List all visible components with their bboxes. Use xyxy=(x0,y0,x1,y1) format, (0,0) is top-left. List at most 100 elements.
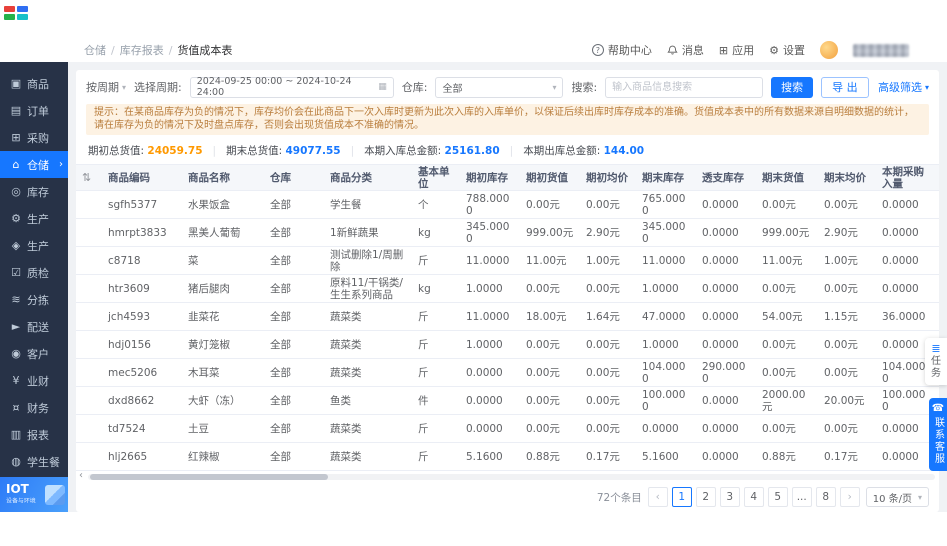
column-header: 商品名称 xyxy=(188,171,230,184)
breadcrumb-warehouse[interactable]: 仓储 xyxy=(84,42,106,58)
data-table: ⇅ 商品编码 商品名称 仓库 商品分类 基本单位 期初库存 期初货值 期初均价 期末库存 透支库存 期… xyxy=(76,164,939,482)
settings-link[interactable]: ⚙ 设置 xyxy=(769,42,805,58)
table-row: td7524 土豆 全部 蔬菜类 斤 0.0000 0.00元 0.00元 0.0000 0.00… xyxy=(76,415,939,443)
table-cell: 0.0000 xyxy=(702,282,739,295)
column-settings-icon[interactable]: ⇅ xyxy=(76,172,102,184)
sidebar-item-reports[interactable]: ▥ 报表 xyxy=(0,421,68,448)
next-page-button[interactable]: › xyxy=(839,487,860,507)
breadcrumb-inventory-reports[interactable]: 库存报表 xyxy=(120,42,164,58)
search-label: 搜索: xyxy=(571,81,598,94)
table-cell: 765.0000 xyxy=(642,192,686,217)
search-input[interactable] xyxy=(605,76,764,98)
report-card: 按周期 ▾ 选择周期: 2024-09-25 00:00 ~ 2024-10-2… xyxy=(76,70,939,512)
scrollbar-thumb[interactable] xyxy=(90,474,328,480)
sidebar-item-purchase[interactable]: ⊞ 采购 xyxy=(0,124,68,151)
table-cell: kg xyxy=(418,226,431,239)
biz-finance-icon: ¥ xyxy=(12,374,20,387)
iot-module[interactable]: IOT 设备与环境 xyxy=(0,477,68,512)
table-cell: 0.0000 xyxy=(642,422,679,435)
table-cell: 0.0000 xyxy=(882,226,919,239)
summary-item: 本期出库总金额: 144.00 xyxy=(523,143,644,158)
sidebar-item-student-meals[interactable]: ◍ 学生餐 xyxy=(0,448,68,475)
iot-title: IOT xyxy=(6,482,29,496)
column-header: 基本单位 xyxy=(418,165,450,190)
chevron-right-icon: › xyxy=(59,159,63,170)
table-cell: hmrpt3833 xyxy=(108,226,167,239)
export-button[interactable]: 导 出 xyxy=(821,76,869,98)
table-cell: 0.0000 xyxy=(702,338,739,351)
apps-label: 应用 xyxy=(732,44,755,57)
page-button-3[interactable]: 3 xyxy=(719,487,740,507)
table-cell: 蔬菜类 xyxy=(330,310,362,323)
table-cell: 全部 xyxy=(270,226,291,239)
sidebar-item-biz-finance[interactable]: ¥ 业财 xyxy=(0,367,68,394)
sidebar-item-warehouse[interactable]: ⌂ 仓储 › xyxy=(0,151,68,178)
sidebar-item-label: 采购 xyxy=(27,131,49,145)
messages-link[interactable]: 消息 xyxy=(667,42,704,58)
help-center-link[interactable]: ? 帮助中心 xyxy=(591,42,652,58)
table-cell: 全部 xyxy=(270,366,291,379)
period-label: 选择周期: xyxy=(134,81,182,94)
summary-separator: | xyxy=(212,144,217,157)
table-cell: 2.90元 xyxy=(586,226,620,239)
sidebar-item-orders[interactable]: ▤ 订单 xyxy=(0,97,68,124)
warehouse-select[interactable]: 全部 ▾ xyxy=(435,76,564,98)
table-cell: hlj2665 xyxy=(108,450,148,463)
page-size-value: 10 条/页 xyxy=(872,493,912,505)
user-name-redacted[interactable] xyxy=(853,43,909,57)
sidebar-item-goods[interactable]: ▣ 商品 xyxy=(0,70,68,97)
quality-icon: ☑ xyxy=(11,266,21,279)
sidebar-item-finance[interactable]: ¤ 财务 xyxy=(0,394,68,421)
table-cell: 蔬菜类 xyxy=(330,422,362,435)
sidebar-item-label: 学生餐 xyxy=(27,455,60,469)
page-button-4[interactable]: 4 xyxy=(743,487,764,507)
customer-service-widget[interactable]: ☎ 联系客服 xyxy=(929,398,947,471)
sidebar-item-quality[interactable]: ☑ 质检 xyxy=(0,259,68,286)
apps-link[interactable]: ⊞ 应用 xyxy=(719,42,754,58)
table-cell: 20.00元 xyxy=(824,394,865,407)
table-cell: 大虾（冻） xyxy=(188,394,241,407)
prev-page-button[interactable]: ‹ xyxy=(647,487,668,507)
period-mode-select[interactable]: 按周期 ▾ xyxy=(86,79,126,95)
scroll-left-icon[interactable]: ‹ xyxy=(79,470,83,481)
sidebar-item-sorting[interactable]: ≋ 分拣 xyxy=(0,286,68,313)
table-row: mec5206 木耳菜 全部 蔬菜类 斤 0.0000 0.00元 0.00元 104.0000… xyxy=(76,359,939,387)
task-widget[interactable]: ≣ 任务 xyxy=(925,338,947,385)
table-cell: 5.1600 xyxy=(466,450,503,463)
sidebar-item-delivery[interactable]: ► 配送 xyxy=(0,313,68,340)
sidebar-item-production-2[interactable]: ◈ 生产 xyxy=(0,232,68,259)
filter-bar: 按周期 ▾ 选择周期: 2024-09-25 00:00 ~ 2024-10-2… xyxy=(76,70,939,104)
summary-value: 25161.80 xyxy=(444,145,500,157)
table-cell: 11.00元 xyxy=(762,254,803,267)
column-header: 期初均价 xyxy=(586,171,628,184)
avatar[interactable] xyxy=(820,41,838,59)
sidebar-item-customers[interactable]: ◉ 客户 xyxy=(0,340,68,367)
sidebar-item-label: 客户 xyxy=(27,347,49,361)
table-cell: 2.90元 xyxy=(824,226,858,239)
sidebar-item-production[interactable]: ⚙ 生产 xyxy=(0,205,68,232)
sidebar-item-label: 仓储 xyxy=(27,158,49,172)
page-button-8[interactable]: 8 xyxy=(815,487,836,507)
table-row: sgfh5377 水果饭盒 全部 学生餐 个 788.0000 0.00元 0.00元 765.… xyxy=(76,191,939,219)
table-cell: 蔬菜类 xyxy=(330,338,362,351)
summary-label: 期末总货值: xyxy=(226,145,286,157)
page-button-5[interactable]: 5 xyxy=(767,487,788,507)
sidebar: ▣ 商品 ▤ 订单 ⊞ 采购 ⌂ 仓储 › ◎ 库存 ⚙ 生产 ◈ 生产 ☑ 质检 ≋ 分拣 ► 配送 ◉ 客户 ¥ 业财 ¤ 财务… xyxy=(0,62,68,477)
pagination-ellipsis[interactable]: ... xyxy=(791,487,812,507)
table-cell: htr3609 xyxy=(108,282,150,295)
table-cell: 件 xyxy=(418,394,429,407)
date-range-picker[interactable]: 2024-09-25 00:00 ~ 2024-10-24 24:00 ▦ xyxy=(189,76,394,98)
sidebar-item-inventory[interactable]: ◎ 库存 xyxy=(0,178,68,205)
search-button[interactable]: 搜索 xyxy=(771,76,814,98)
table-cell: 0.0000 xyxy=(882,254,919,267)
advanced-filter-toggle[interactable]: 高级筛选 ▾ xyxy=(878,79,929,95)
table-cell: 0.17元 xyxy=(586,450,620,463)
breadcrumb-current-page: 货值成本表 xyxy=(177,44,233,57)
page-button-2[interactable]: 2 xyxy=(695,487,716,507)
page-size-select[interactable]: 10 条/页 ▾ xyxy=(865,487,929,507)
warehouse-label: 仓库: xyxy=(401,81,428,94)
table-cell: 1.15元 xyxy=(824,310,858,323)
page-button-1[interactable]: 1 xyxy=(671,487,692,507)
horizontal-scrollbar[interactable]: ‹ xyxy=(78,470,937,482)
table-cell: 100.0000 xyxy=(882,388,926,413)
